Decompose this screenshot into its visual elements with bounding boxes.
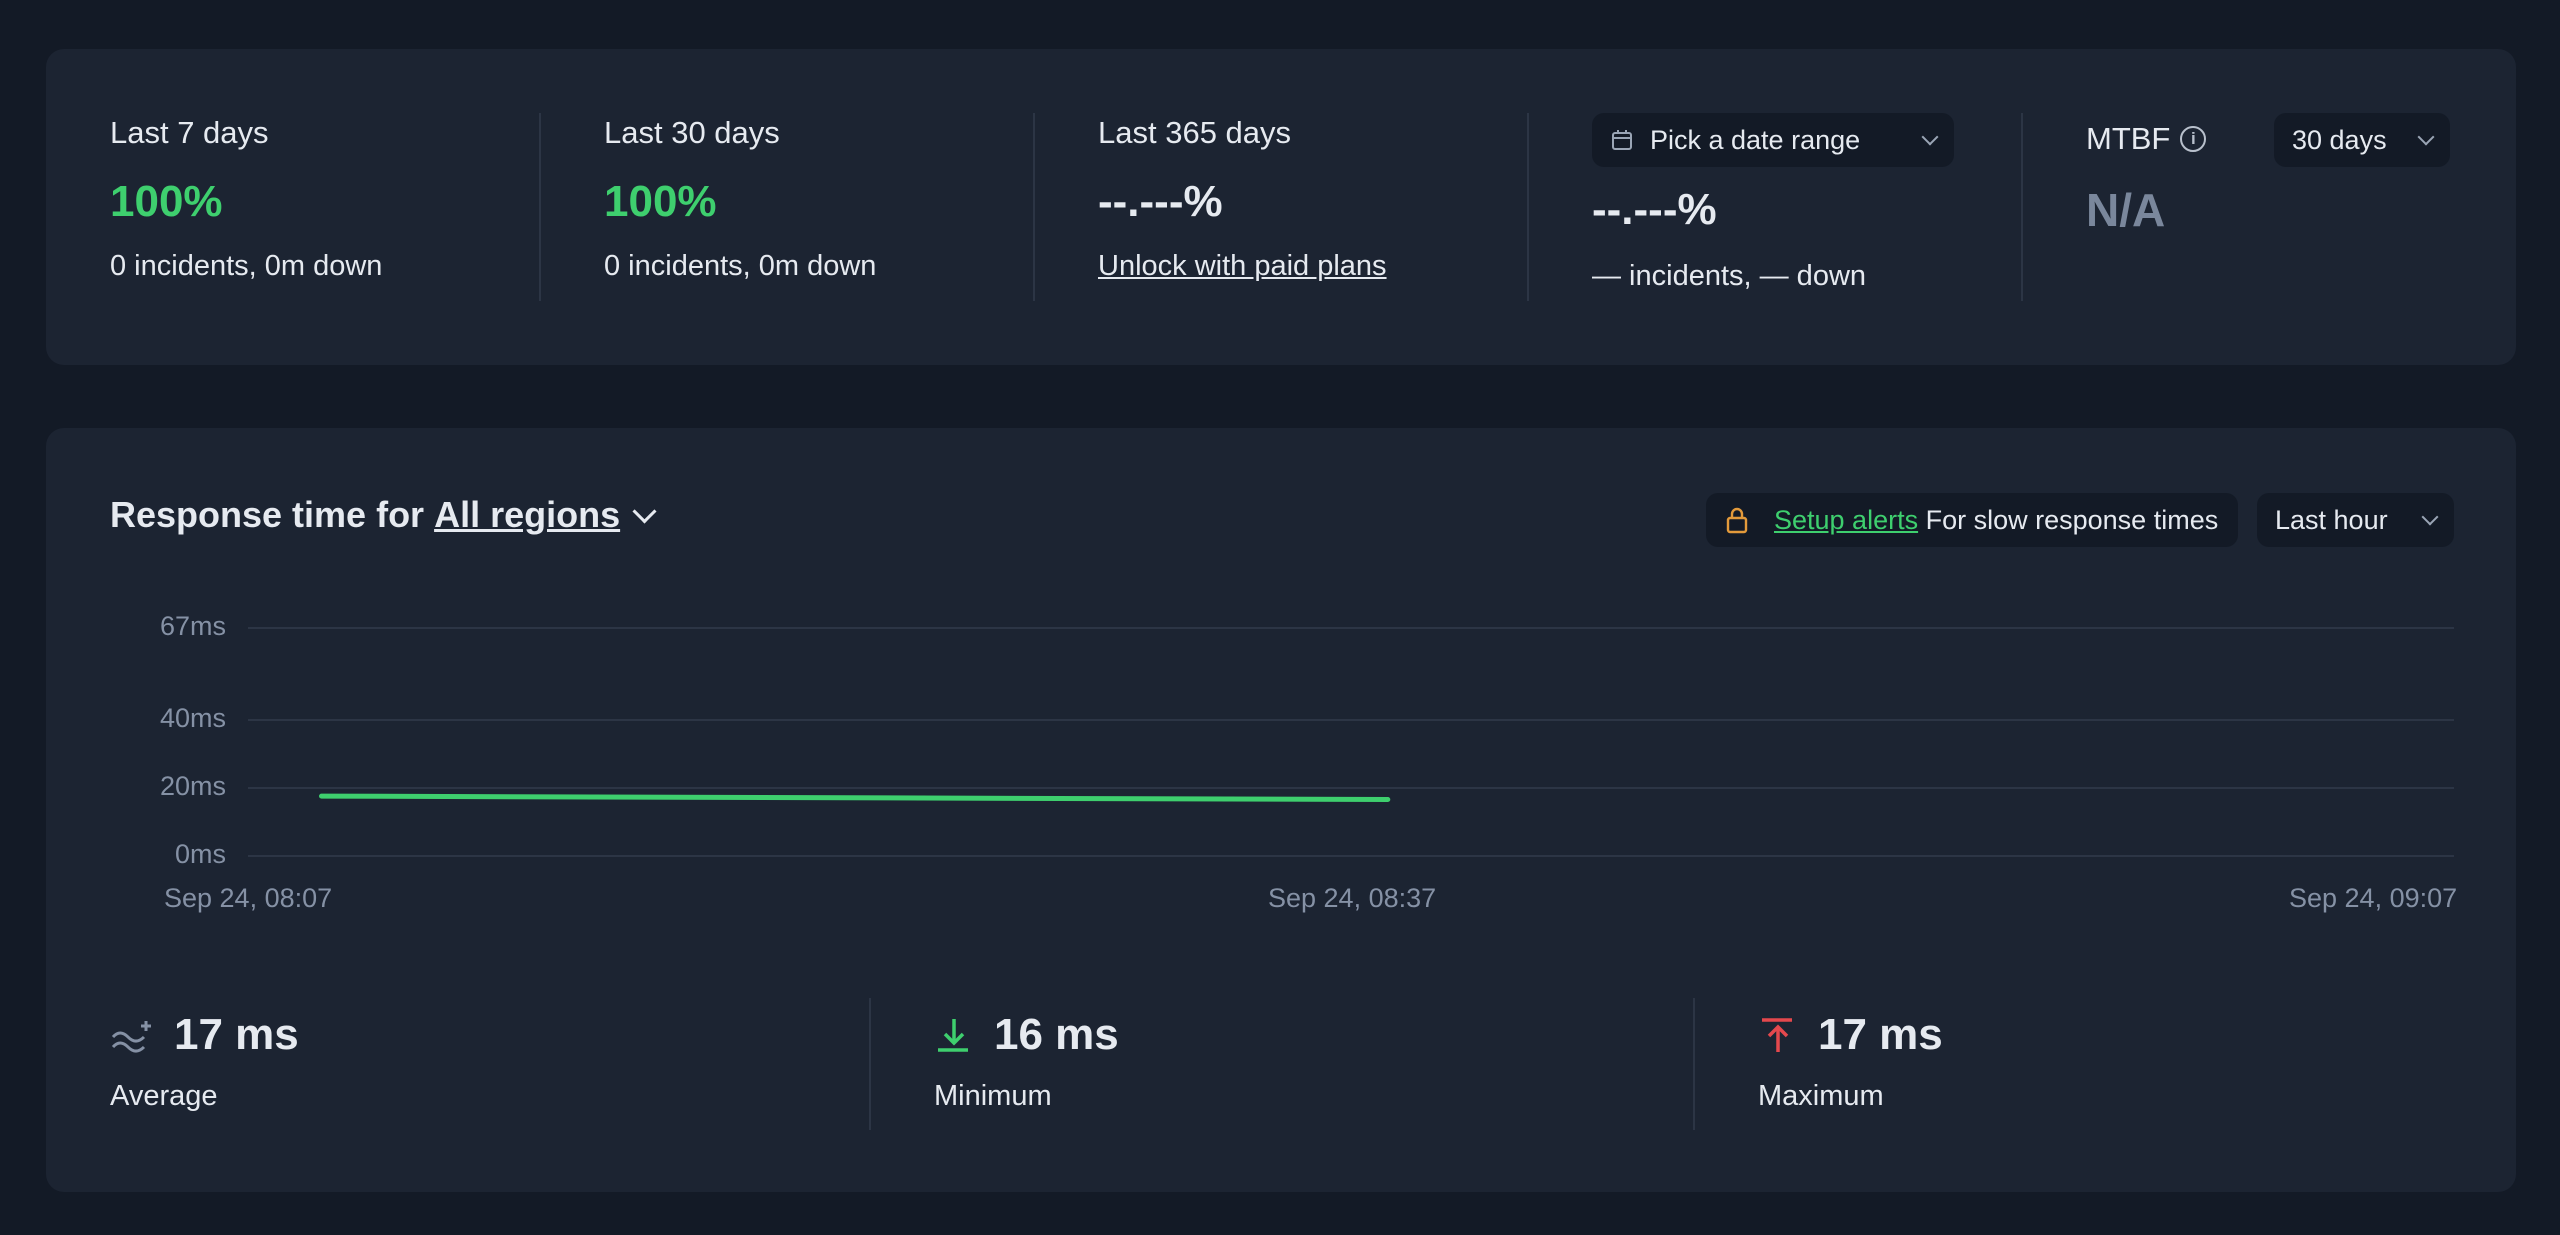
arrow-down-to-line-icon xyxy=(938,1019,968,1052)
metric-average-label: Average xyxy=(110,1080,218,1112)
metric-minimum-value: 16 ms xyxy=(994,1010,1119,1059)
response-title-prefix: Response time for xyxy=(110,494,425,535)
stat-mtbf: MTBF i N/A 30 days xyxy=(2022,49,2516,365)
y-tick-label: 20ms xyxy=(159,771,226,801)
lock-icon xyxy=(1726,507,1748,534)
date-range-picker[interactable]: Pick a date range xyxy=(1592,113,1954,167)
incident-summary: 0 incidents, 0m down xyxy=(604,250,877,282)
alerts-description: For slow response times xyxy=(1925,504,2219,535)
x-tick-label: Sep 24, 08:37 xyxy=(1268,883,1437,913)
response-time-card: Response time for All regions Setup aler… xyxy=(46,428,2516,1192)
metric-minimum-value-row: 16 ms xyxy=(934,1010,1119,1060)
metric-minimum-label: Minimum xyxy=(934,1080,1052,1112)
incident-summary: 0 incidents, 0m down xyxy=(110,250,383,282)
metric-maximum-value: 17 ms xyxy=(1818,1010,1943,1059)
y-tick-label: 40ms xyxy=(159,703,226,733)
arrow-up-to-line-icon xyxy=(1762,1018,1792,1052)
date-range-label: Pick a date range xyxy=(1650,124,1861,155)
response-time-series-line[interactable] xyxy=(319,793,1391,802)
uptime-percent: --.---% xyxy=(1098,177,1223,226)
metric-average: 17 ms Average xyxy=(46,998,846,1138)
response-title: Response time for All regions xyxy=(110,494,657,536)
stat-label: Last 7 days xyxy=(110,115,269,150)
metric-maximum-label: Maximum xyxy=(1758,1080,1884,1112)
metric-maximum-value-row: 17 ms xyxy=(1758,1010,1943,1060)
region-selector[interactable]: All regions xyxy=(434,494,620,536)
chevron-down-icon xyxy=(2417,128,2435,146)
uptime-percent: --.---% xyxy=(1592,185,1717,234)
mtbf-period-select[interactable]: 30 days xyxy=(2274,113,2450,167)
stat-last-7-days: Last 7 days 100% 0 incidents, 0m down xyxy=(46,49,540,365)
period-label: Last hour xyxy=(2275,504,2388,535)
metric-average-value: 17 ms xyxy=(174,1010,299,1059)
metric-minimum: 16 ms Minimum xyxy=(870,998,1670,1138)
stat-last-365-days: Last 365 days --.---% Unlock with paid p… xyxy=(1034,49,1528,365)
y-tick-label: 67ms xyxy=(159,611,226,641)
x-tick-label: Sep 24, 09:07 xyxy=(2289,883,2458,913)
chevron-down-icon[interactable] xyxy=(632,498,657,524)
x-tick-label: Sep 24, 08:07 xyxy=(164,883,333,913)
calendar-icon xyxy=(1612,130,1632,150)
info-icon[interactable]: i xyxy=(2180,126,2207,152)
stat-label: Last 30 days xyxy=(604,115,780,150)
uptime-card: Last 7 days 100% 0 incidents, 0m down La… xyxy=(46,49,2516,365)
mtbf-label-row: MTBF i xyxy=(2086,121,2207,157)
period-select[interactable]: Last hour xyxy=(2257,493,2454,547)
metric-average-value-row: 17 ms xyxy=(110,1010,299,1060)
chevron-down-icon xyxy=(2421,508,2439,526)
mtbf-value: N/A xyxy=(2086,184,2166,236)
y-tick-label: 0ms xyxy=(174,839,226,869)
stat-label: Last 365 days xyxy=(1098,115,1292,150)
metric-maximum: 17 ms Maximum xyxy=(1694,998,2494,1138)
stat-custom-range: Pick a date range --.---% — incidents, —… xyxy=(1528,49,2022,365)
mtbf-label: MTBF xyxy=(2086,121,2171,156)
response-time-chart[interactable] xyxy=(248,618,2454,858)
setup-alerts-link[interactable]: Setup alerts xyxy=(1774,505,1918,535)
average-wave-icon xyxy=(111,1021,151,1053)
setup-alerts-banner: Setup alerts For slow response times xyxy=(1706,493,2238,547)
incident-summary: — incidents, — down xyxy=(1592,260,1867,292)
chevron-down-icon xyxy=(1921,128,1939,146)
stat-last-30-days: Last 30 days 100% 0 incidents, 0m down xyxy=(540,49,1034,365)
uptime-percent: 100% xyxy=(110,177,223,226)
uptime-percent: 100% xyxy=(604,177,717,226)
unlock-paid-plans-link[interactable]: Unlock with paid plans xyxy=(1098,250,1387,283)
mtbf-period-label: 30 days xyxy=(2292,124,2387,155)
